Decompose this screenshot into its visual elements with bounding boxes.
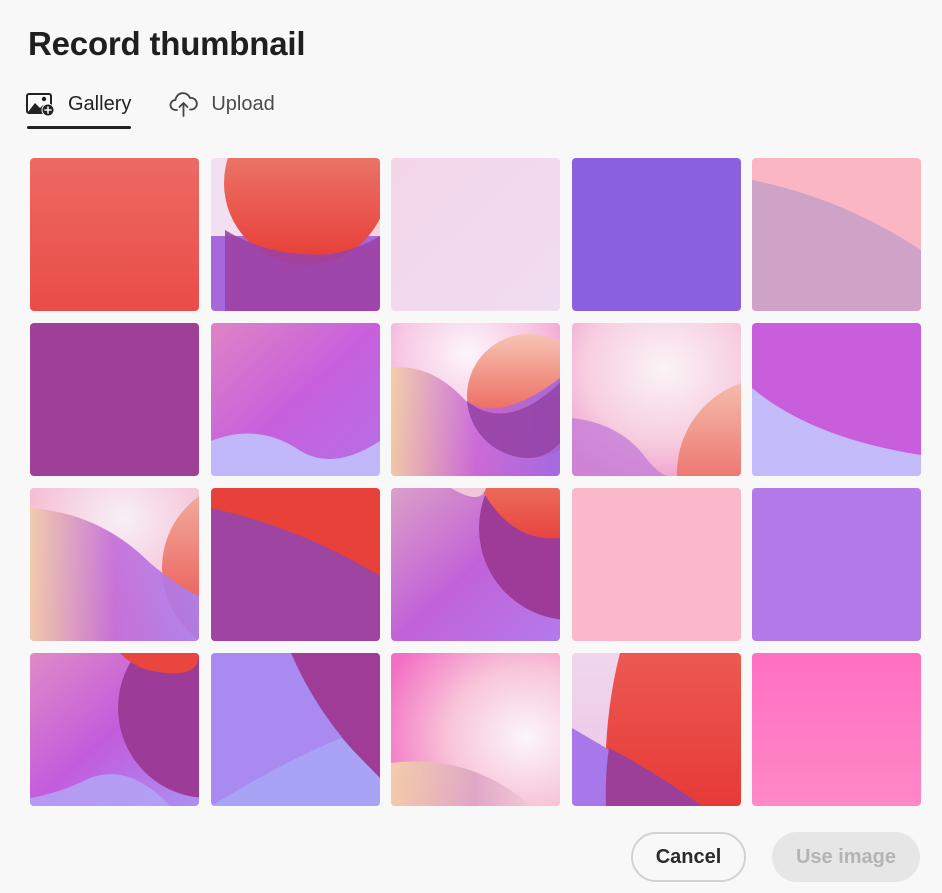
thumbnail-tile-16[interactable] [30,653,199,806]
record-thumbnail-dialog: Record thumbnail Gallery Upload Cancel U… [0,0,942,893]
dialog-title: Record thumbnail [28,25,306,62]
thumbnail-tile-13[interactable] [391,488,560,641]
thumbnail-tile-20[interactable] [752,653,921,806]
thumbnail-tile-3[interactable] [391,158,560,311]
thumbnail-tile-14[interactable] [571,488,741,641]
thumbnail-tile-7[interactable] [210,323,380,476]
thumbnail-tile-17[interactable] [210,653,380,806]
tab-gallery-label: Gallery [68,92,132,115]
thumbnail-tile-6[interactable] [30,323,199,476]
tab-bar: Gallery Upload [26,86,275,132]
tab-upload-label: Upload [211,92,275,115]
thumbnail-tile-19[interactable] [571,653,741,806]
thumbnail-tile-2[interactable] [210,158,380,311]
thumbnail-tile-12[interactable] [210,488,380,641]
thumbnail-tile-8[interactable] [391,323,560,476]
image-add-icon [26,91,56,117]
dialog-footer: Cancel Use image [631,832,920,882]
thumbnail-tile-5[interactable] [752,158,921,311]
tab-upload[interactable]: Upload [169,86,275,122]
thumbnail-tile-18[interactable] [391,653,560,806]
cloud-upload-icon [169,91,199,117]
thumbnail-tile-4[interactable] [571,158,741,311]
thumbnail-gallery [30,158,921,806]
cancel-button[interactable]: Cancel [631,832,746,882]
thumbnail-tile-10[interactable] [752,323,921,476]
tab-gallery[interactable]: Gallery [26,86,132,129]
use-image-button: Use image [772,832,920,882]
thumbnail-tile-1[interactable] [30,158,199,311]
thumbnail-tile-9[interactable] [571,323,741,476]
thumbnail-tile-15[interactable] [752,488,921,641]
thumbnail-tile-11[interactable] [30,488,199,641]
